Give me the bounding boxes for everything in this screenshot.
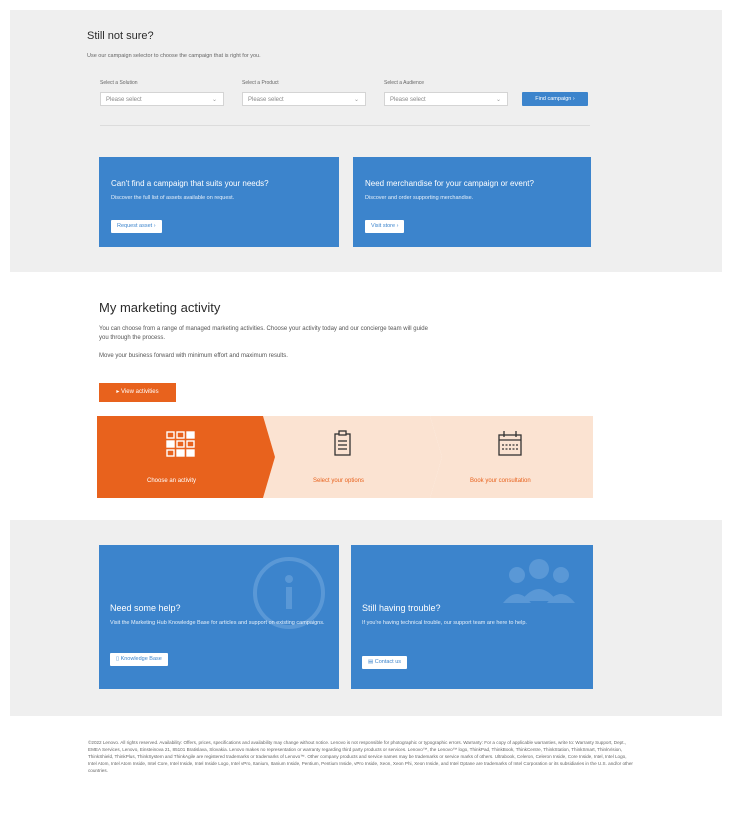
selector-subtitle: Use our campaign selector to choose the … bbox=[87, 53, 261, 59]
visit-store-button[interactable]: Visit store › bbox=[365, 220, 405, 233]
activity-tagline: Move your business forward with minimum … bbox=[99, 353, 288, 359]
legal-disclaimer: ©2022 Lenovo. All rights reserved. Avail… bbox=[88, 740, 633, 773]
solution-select-value: Please select bbox=[106, 97, 142, 103]
step-book-consultation: Book your consultation bbox=[470, 478, 531, 484]
merchandise-card: Need merchandise for your campaign or ev… bbox=[353, 157, 591, 247]
find-campaign-button[interactable]: Find campaign › bbox=[522, 92, 588, 106]
request-asset-label: Request asset bbox=[117, 223, 153, 229]
activity-title: My marketing activity bbox=[99, 300, 221, 315]
step-select-options: Select your options bbox=[313, 478, 365, 484]
audience-label: Select a Audience bbox=[384, 80, 425, 86]
product-label: Select a Product bbox=[242, 80, 279, 86]
view-activities-label: View activities bbox=[121, 389, 159, 395]
knowledge-base-label: Knowledge Base bbox=[120, 656, 162, 662]
request-asset-card: Can't find a campaign that suits your ne… bbox=[99, 157, 339, 247]
card-description: If you're having technical trouble, our … bbox=[362, 620, 527, 626]
card-description: Discover the full list of assets availab… bbox=[111, 195, 235, 201]
chevron-down-icon: ⌄ bbox=[211, 97, 217, 103]
support-card: Still having trouble? If you're having t… bbox=[351, 545, 593, 689]
knowledge-base-button[interactable]: ▯ Knowledge Base bbox=[110, 653, 168, 666]
card-description: Discover and order supporting merchandis… bbox=[365, 195, 474, 201]
product-select[interactable]: Please select ⌄ bbox=[242, 92, 366, 106]
card-title: Can't find a campaign that suits your ne… bbox=[111, 179, 269, 188]
card-description: Visit the Marketing Hub Knowledge Base f… bbox=[110, 620, 325, 626]
knowledge-base-card: Need some help? Visit the Marketing Hub … bbox=[99, 545, 339, 689]
visit-store-label: Visit store bbox=[371, 223, 396, 229]
audience-select[interactable]: Please select ⌄ bbox=[384, 92, 508, 106]
contact-us-label: Contact us bbox=[374, 659, 402, 665]
request-asset-button[interactable]: Request asset › bbox=[111, 220, 162, 233]
solution-select[interactable]: Please select ⌄ bbox=[100, 92, 224, 106]
product-select-value: Please select bbox=[248, 97, 284, 103]
chevron-down-icon: ⌄ bbox=[495, 97, 501, 103]
find-campaign-label: Find campaign bbox=[535, 96, 572, 102]
audience-select-value: Please select bbox=[390, 97, 426, 103]
step-1-shape[interactable] bbox=[97, 416, 275, 498]
card-title: Need merchandise for your campaign or ev… bbox=[365, 179, 534, 188]
chevron-right-icon: › bbox=[572, 96, 575, 102]
solution-label: Select a Solution bbox=[100, 80, 138, 86]
chat-icon: ▤ bbox=[368, 659, 374, 665]
play-icon: ▸ bbox=[116, 389, 120, 395]
contact-us-button[interactable]: ▤ Contact us bbox=[362, 656, 408, 669]
card-title: Need some help? bbox=[110, 603, 181, 613]
view-activities-button[interactable]: ▸ View activities bbox=[99, 383, 176, 402]
chevron-down-icon: ⌄ bbox=[353, 97, 359, 103]
chevron-right-icon: › bbox=[396, 223, 399, 229]
activity-steps bbox=[97, 416, 593, 498]
card-title: Still having trouble? bbox=[362, 603, 441, 613]
divider bbox=[100, 125, 590, 126]
step-2-shape bbox=[263, 416, 442, 498]
activity-description: You can choose from a range of managed m… bbox=[99, 326, 428, 341]
chevron-right-icon: › bbox=[153, 223, 156, 229]
book-icon: ▯ bbox=[116, 656, 120, 662]
step-choose-activity: Choose an activity bbox=[147, 478, 197, 484]
selector-title: Still not sure? bbox=[87, 30, 154, 42]
users-icon bbox=[503, 559, 575, 603]
step-3-shape bbox=[430, 416, 593, 498]
